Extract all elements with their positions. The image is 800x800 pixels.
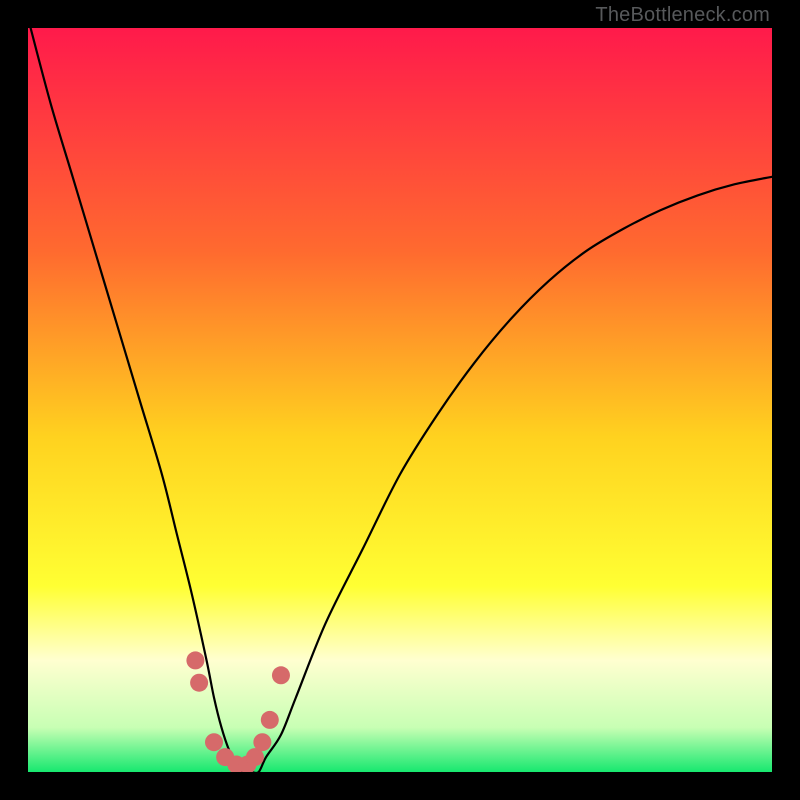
plot-area [28, 28, 772, 772]
data-marker [205, 733, 223, 751]
bottleneck-curve [28, 28, 772, 772]
curve-markers [186, 651, 290, 772]
data-marker [261, 711, 279, 729]
data-marker [272, 666, 290, 684]
curve-layer [28, 28, 772, 772]
data-marker [253, 733, 271, 751]
chart-frame: TheBottleneck.com [0, 0, 800, 800]
data-marker [190, 674, 208, 692]
watermark-text: TheBottleneck.com [595, 4, 770, 27]
data-marker [186, 651, 204, 669]
